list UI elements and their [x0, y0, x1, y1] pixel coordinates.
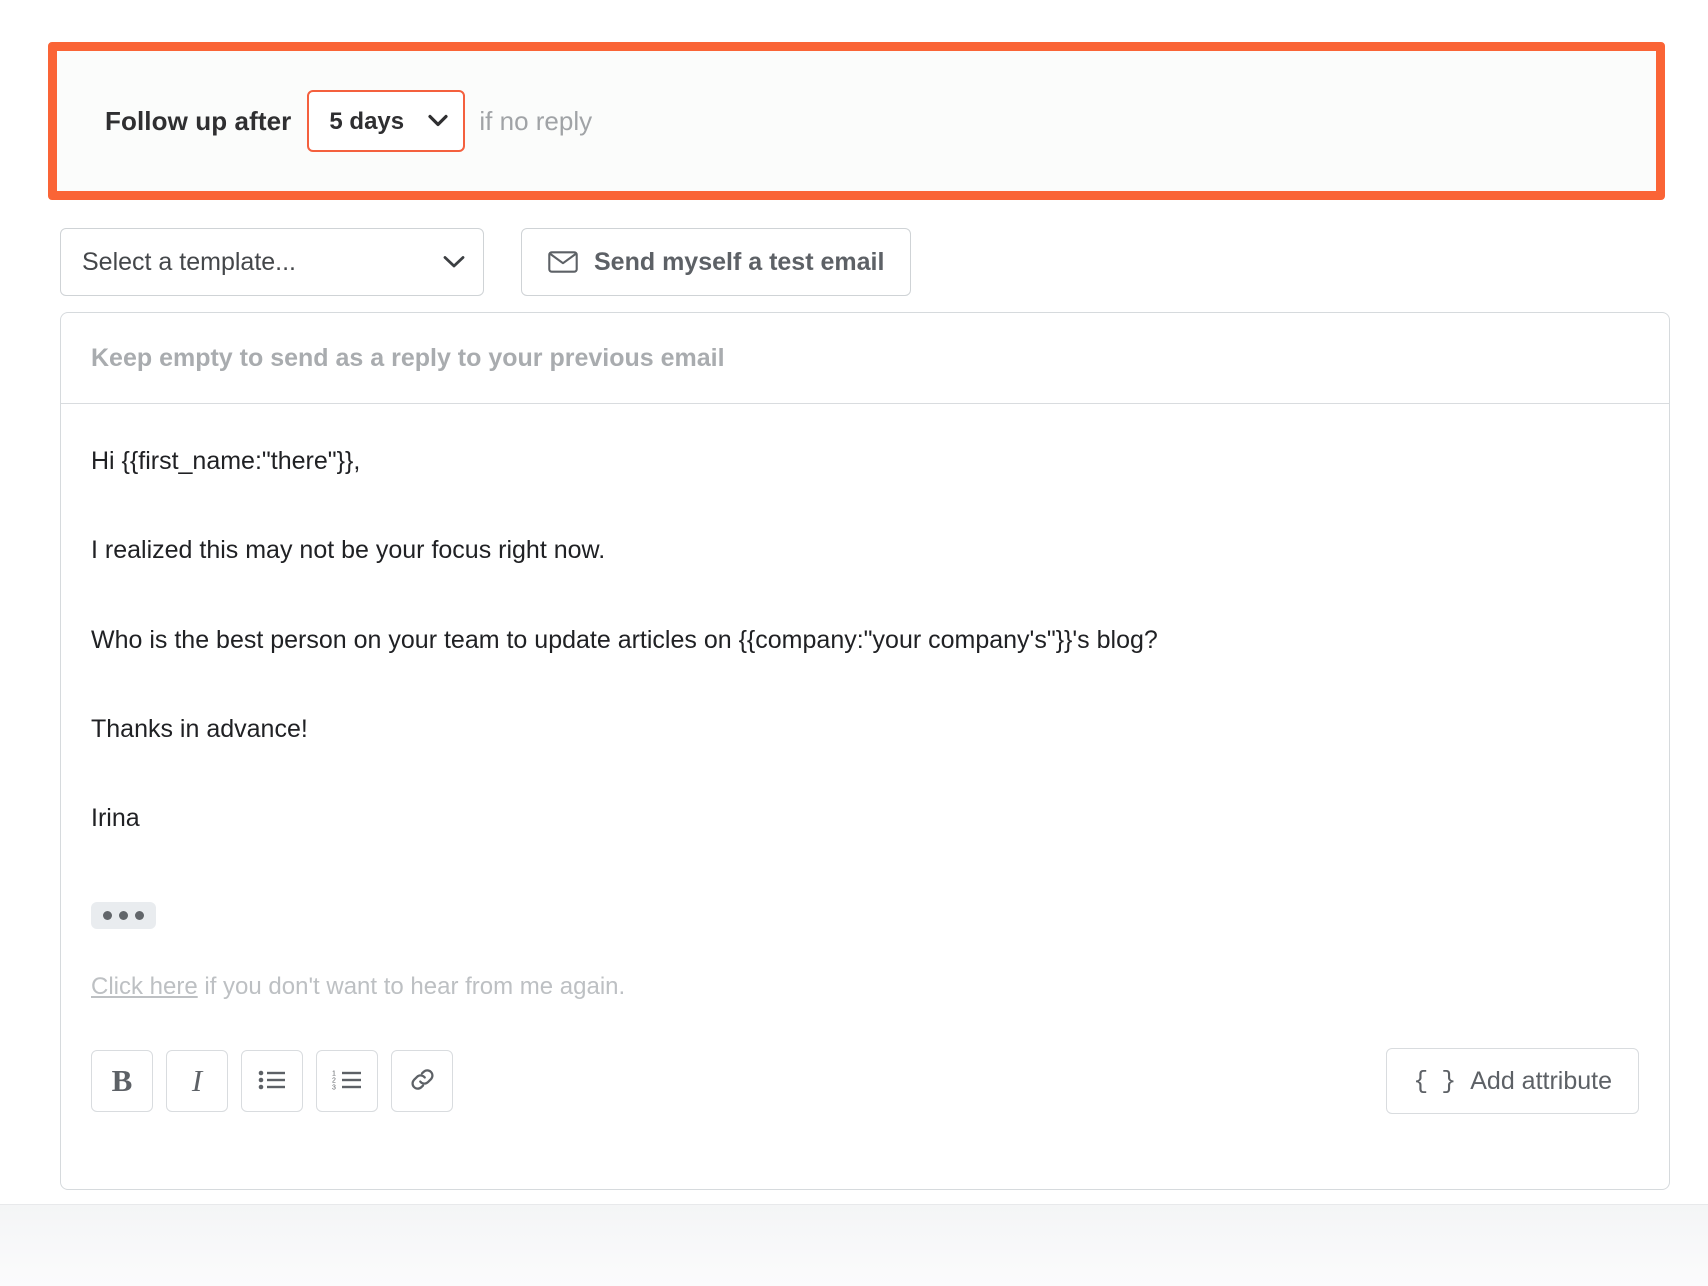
svg-text:1: 1 [332, 1070, 336, 1077]
body-line: Irina [91, 804, 140, 832]
ellipsis-dot [119, 911, 128, 921]
expand-signature-ellipsis-button[interactable] [91, 902, 156, 930]
follow-up-label: Follow up after [105, 105, 292, 136]
body-line: Thanks in advance! [91, 714, 308, 743]
insert-link-button[interactable] [391, 1050, 453, 1112]
follow-up-delay-select-wrapper: 1 day2 days3 days4 days5 days6 days7 day… [307, 90, 466, 152]
body-line: Hi {{first_name:"there"}}, [91, 447, 361, 475]
bulleted-list-button[interactable] [241, 1050, 303, 1112]
italic-icon: I [191, 1063, 203, 1098]
follow-up-delay-select[interactable]: 1 day2 days3 days4 days5 days6 days7 day… [307, 90, 466, 152]
follow-up-row: Follow up after 1 day2 days3 days4 days5… [57, 51, 1656, 191]
follow-up-highlight-panel: Follow up after 1 day2 days3 days4 days5… [48, 42, 1665, 200]
send-test-email-label: Send myself a test email [594, 247, 885, 276]
subject-field-row[interactable]: Keep empty to send as a reply to your pr… [61, 313, 1669, 404]
add-attribute-label: Add attribute [1470, 1066, 1612, 1095]
send-test-email-button[interactable]: Send myself a test email [521, 228, 912, 296]
bulleted-list-icon [258, 1069, 286, 1094]
italic-button[interactable]: I [166, 1050, 228, 1112]
numbered-list-button[interactable]: 1 2 3 [316, 1050, 378, 1112]
editor-toolbar: B I 1 2 3 {} Add attribute [61, 1031, 1669, 1131]
ellipsis-dot [103, 911, 112, 921]
subject-placeholder: Keep empty to send as a reply to your pr… [91, 343, 725, 372]
numbered-list-icon: 1 2 3 [332, 1069, 362, 1094]
body-line: I realized this may not be your focus ri… [91, 536, 606, 565]
email-editor-card: Keep empty to send as a reply to your pr… [60, 312, 1670, 1190]
bold-icon: B [111, 1063, 133, 1098]
body-line: Who is the best person on your team to u… [91, 625, 1158, 654]
template-select[interactable]: Select a template... [60, 228, 484, 296]
email-body-editor[interactable]: Hi {{first_name:"there"}}, I realized th… [61, 404, 1669, 1064]
opt-out-line: Click here if you don't want to hear fro… [91, 973, 1639, 1001]
svg-text:3: 3 [332, 1084, 336, 1091]
template-select-wrapper: Select a template... [60, 228, 484, 296]
add-attribute-button[interactable]: { } Add attribute [1386, 1048, 1639, 1114]
template-toolbar-row: Select a template... Send myself a test … [60, 228, 912, 296]
divider [0, 1204, 1708, 1205]
link-icon [409, 1066, 436, 1096]
ellipsis-dot [135, 911, 144, 921]
curly-braces-icon: { } [1413, 1066, 1456, 1096]
opt-out-link[interactable]: Click here [91, 973, 198, 1000]
opt-out-rest-text: if you don't want to hear from me again. [197, 973, 626, 1001]
page-bottom-strip [0, 1204, 1708, 1286]
svg-text:2: 2 [332, 1077, 336, 1084]
bold-button[interactable]: B [91, 1050, 153, 1112]
formatting-tool-group: B I 1 2 3 [91, 1050, 453, 1112]
follow-up-suffix-text: if no reply [479, 105, 593, 136]
envelope-icon [548, 250, 578, 274]
